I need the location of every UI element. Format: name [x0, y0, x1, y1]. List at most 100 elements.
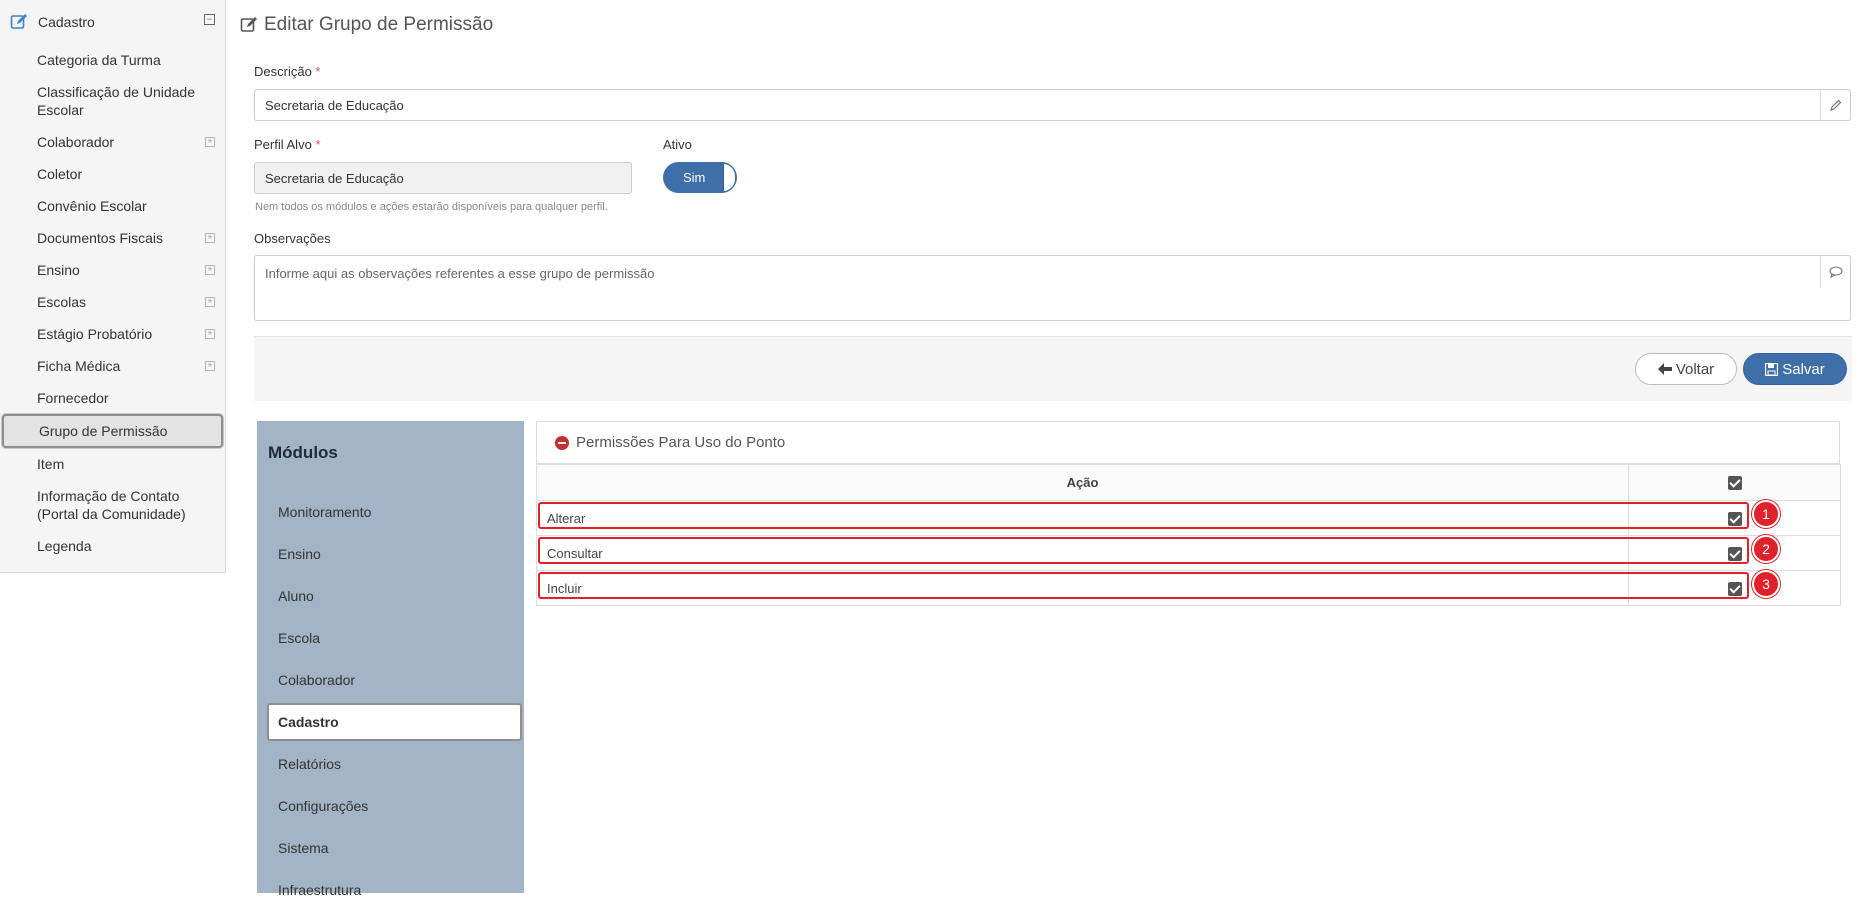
observacoes-textarea[interactable]: Informe aqui as observações referentes a… [254, 255, 1851, 321]
floppy-disk-icon [1765, 362, 1779, 376]
permissions-table: Ação Alterar Consultar Incluir [536, 464, 1841, 606]
perfil-hint: Nem todos os módulos e ações estarão dis… [255, 201, 608, 213]
module-infraestrutura[interactable]: Infraestrutura [257, 869, 524, 911]
sidebar-item-classificacao-unidade-escolar[interactable]: Classificação de Unidade Escolar [0, 76, 225, 126]
sidebar-item-colaborador[interactable]: Colaborador + [0, 126, 225, 158]
permission-check-cell [1628, 535, 1841, 571]
annotation-badge: 2 [1752, 535, 1780, 563]
sidebar-item-label: Convênio Escolar [37, 198, 147, 214]
module-ensino[interactable]: Ensino [257, 533, 524, 575]
permission-name: Incluir [536, 570, 1629, 606]
expand-icon[interactable]: + [205, 233, 215, 243]
collapse-icon[interactable]: − [204, 14, 215, 25]
annotation-badge: 1 [1752, 500, 1780, 528]
perfil-value: Secretaria de Educação [265, 170, 404, 186]
sidebar-header[interactable]: Cadastro − [0, 0, 225, 44]
sidebar-item-fornecedor[interactable]: Fornecedor [0, 382, 225, 414]
save-button[interactable]: Salvar [1743, 353, 1847, 385]
module-colaborador[interactable]: Colaborador [257, 659, 524, 701]
back-button-label: Voltar [1675, 360, 1715, 378]
modules-panel: Módulos Monitoramento Ensino Aluno Escol… [257, 421, 524, 898]
sidebar-item-label: Item [37, 456, 65, 472]
module-relatorios[interactable]: Relatórios [257, 743, 524, 785]
sidebar-item-convenio-escolar[interactable]: Convênio Escolar [0, 190, 225, 222]
module-monitoramento[interactable]: Monitoramento [257, 491, 524, 533]
sidebar: Cadastro − Categoria da Turma Classifica… [0, 0, 226, 573]
required-mark: * [315, 64, 321, 79]
sidebar-item-label: Categoria da Turma [37, 52, 161, 68]
module-configuracoes[interactable]: Configurações [257, 785, 524, 827]
comment-icon [1820, 256, 1850, 288]
permission-name: Consultar [536, 535, 1629, 571]
sidebar-item-label: Grupo de Permissão [39, 423, 168, 439]
save-button-label: Salvar [1782, 360, 1825, 378]
sidebar-item-label: Estágio Probatório [37, 326, 153, 342]
permissions-title: Permissões Para Uso do Ponto [576, 434, 786, 451]
sidebar-item-item[interactable]: Item [0, 448, 225, 480]
obs-label: Observações [254, 231, 331, 246]
ativo-label: Ativo [663, 137, 692, 152]
perfil-label-text: Perfil Alvo [254, 137, 312, 152]
sidebar-item-informacao-de-contato[interactable]: Informação de Contato (Portal da Comunid… [0, 480, 225, 530]
sidebar-item-documentos-fiscais[interactable]: Documentos Fiscais + [0, 222, 225, 254]
edit-icon [240, 17, 257, 32]
expand-icon[interactable]: + [205, 361, 215, 371]
table-row: Consultar [536, 535, 1841, 571]
arrow-left-icon [1657, 363, 1672, 375]
permission-check-cell [1628, 570, 1841, 606]
sidebar-item-ficha-medica[interactable]: Ficha Médica + [0, 350, 225, 382]
sidebar-item-label: Classificação de Unidade Escolar [37, 84, 195, 118]
module-cadastro[interactable]: Cadastro [267, 703, 522, 741]
descricao-label-text: Descrição [254, 64, 312, 79]
perfil-label: Perfil Alvo * [254, 137, 321, 152]
annotation-badge: 3 [1752, 570, 1780, 598]
collapse-minus-icon[interactable] [555, 435, 569, 450]
expand-icon[interactable]: + [205, 265, 215, 275]
permission-checkbox-alterar[interactable] [1727, 511, 1742, 526]
sidebar-item-legenda[interactable]: Legenda [0, 530, 225, 562]
sidebar-item-coletor[interactable]: Coletor [0, 158, 225, 190]
permission-checkbox-incluir[interactable] [1727, 581, 1742, 596]
sidebar-item-label: Documentos Fiscais [37, 230, 164, 246]
table-row: Alterar [536, 500, 1841, 536]
sidebar-item-label: Coletor [37, 166, 83, 182]
ativo-toggle-label: Sim [683, 170, 706, 185]
sidebar-item-categoria-da-turma[interactable]: Categoria da Turma [0, 44, 225, 76]
form-action-bar [254, 336, 1852, 401]
modules-title: Módulos [268, 443, 338, 462]
table-header-row: Ação [536, 464, 1841, 501]
expand-icon[interactable]: + [205, 297, 215, 307]
expand-icon[interactable]: + [205, 329, 215, 339]
obs-placeholder: Informe aqui as observações referentes a… [265, 266, 655, 281]
sidebar-header-label: Cadastro [38, 14, 95, 30]
ativo-toggle[interactable]: Sim [663, 162, 737, 193]
descricao-label: Descrição * [254, 64, 320, 79]
sidebar-item-label: Ficha Médica [37, 358, 121, 374]
descricao-value: Secretaria de Educação [265, 97, 404, 113]
page-title-text: Editar Grupo de Permissão [264, 14, 494, 35]
descricao-field[interactable]: Secretaria de Educação [254, 89, 1851, 121]
edit-icon [10, 14, 27, 29]
select-all-checkbox[interactable] [1727, 476, 1742, 491]
column-header-select-all [1628, 464, 1841, 501]
modules-list: Monitoramento Ensino Aluno Escola Colabo… [257, 491, 524, 911]
column-header-acao: Ação [536, 464, 1629, 501]
permission-checkbox-consultar[interactable] [1727, 546, 1742, 561]
module-aluno[interactable]: Aluno [257, 575, 524, 617]
permission-check-cell [1628, 500, 1841, 536]
sidebar-item-grupo-de-permissao[interactable]: Grupo de Permissão [2, 414, 223, 448]
sidebar-item-estagio-probatorio[interactable]: Estágio Probatório + [0, 318, 225, 350]
sidebar-list: Categoria da Turma Classificação de Unid… [0, 44, 225, 562]
table-row: Incluir [536, 570, 1841, 606]
sidebar-item-label: Escolas [37, 294, 87, 310]
expand-icon[interactable]: + [205, 137, 215, 147]
required-mark: * [315, 137, 321, 152]
sidebar-item-escolas[interactable]: Escolas + [0, 286, 225, 318]
sidebar-item-ensino[interactable]: Ensino + [0, 254, 225, 286]
perfil-alvo-field[interactable]: Secretaria de Educação [254, 162, 632, 194]
module-escola[interactable]: Escola [257, 617, 524, 659]
pencil-icon [1820, 90, 1850, 120]
module-sistema[interactable]: Sistema [257, 827, 524, 869]
permissions-header[interactable]: Permissões Para Uso do Ponto [536, 421, 1840, 464]
back-button[interactable]: Voltar [1635, 353, 1737, 385]
